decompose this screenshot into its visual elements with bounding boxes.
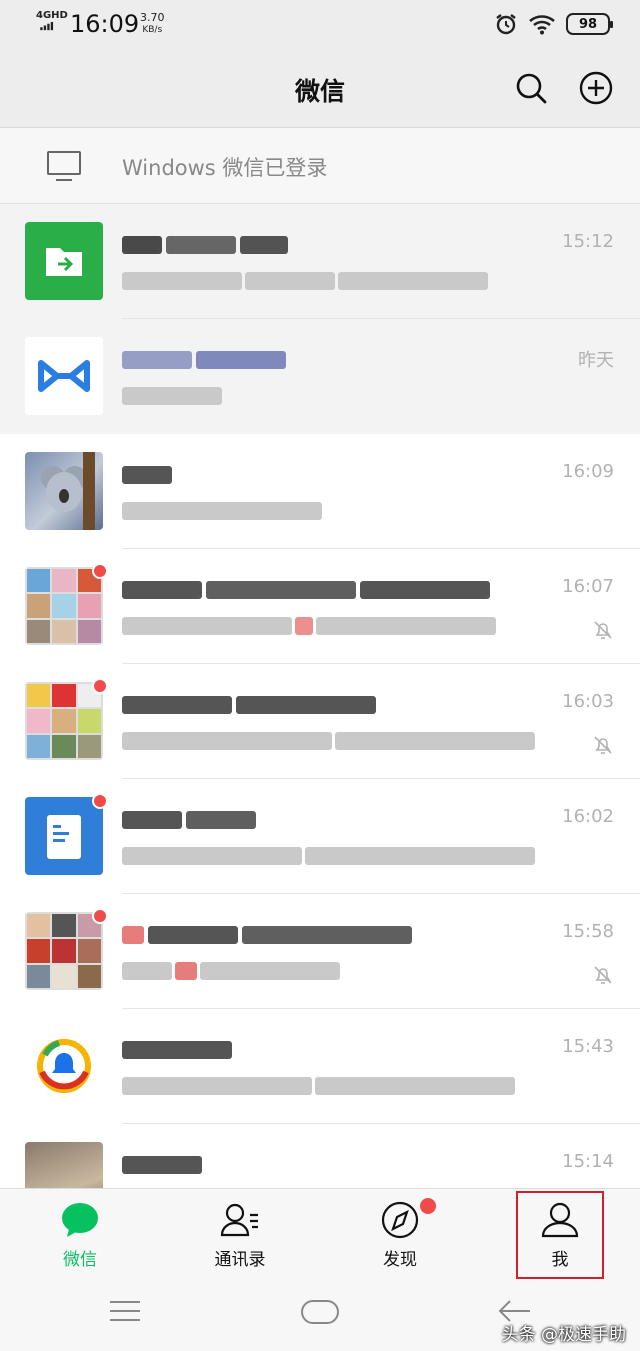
chat-list: 15:12 昨天 16:09 16:07 16:03 16:02 15:58 1… <box>0 204 640 1188</box>
chat-name-redacted <box>122 1152 202 1178</box>
clock: 16:09 <box>70 10 140 38</box>
tab-label: 发现 <box>383 1250 417 1270</box>
windows-login-banner[interactable]: Windows 微信已登录 <box>0 128 640 204</box>
status-bar: 4GHD 16:09 3.70 KB/s 98 <box>0 0 640 52</box>
discover-badge-dot <box>420 1198 436 1214</box>
tab-contacts[interactable]: 通讯录 <box>160 1189 320 1281</box>
chat-preview-redacted <box>122 270 488 292</box>
chat-row[interactable]: 15:14 <box>0 1124 640 1188</box>
tab-label: 微信 <box>63 1250 97 1270</box>
group-avatar <box>25 567 103 645</box>
network-speed: 3.70 KB/s <box>140 12 165 36</box>
search-icon[interactable] <box>513 70 549 106</box>
mute-bell-icon <box>594 736 612 754</box>
news-logo-icon <box>37 1039 91 1093</box>
chat-time: 16:09 <box>562 461 614 482</box>
chat-time: 15:58 <box>562 921 614 942</box>
unread-dot <box>92 908 108 924</box>
blue-logo-avatar <box>25 337 103 415</box>
login-status-text: Windows 微信已登录 <box>122 156 328 180</box>
chat-name-redacted <box>122 577 490 603</box>
alarm-icon <box>496 14 516 35</box>
signal-icon <box>40 22 54 31</box>
chat-row[interactable]: 15:58 <box>0 894 640 1009</box>
chat-name-redacted <box>122 462 172 488</box>
news-app-avatar <box>25 1027 103 1105</box>
chat-row[interactable]: 16:02 <box>0 779 640 894</box>
chat-preview-redacted <box>122 845 535 867</box>
tab-label: 通讯录 <box>214 1250 266 1270</box>
document-app-avatar <box>25 797 103 875</box>
chat-time: 16:02 <box>562 806 614 827</box>
network-type: 4GHD <box>36 10 68 21</box>
chat-preview-redacted <box>122 500 322 522</box>
chat-preview-redacted <box>122 730 535 752</box>
chat-name-redacted <box>122 1037 232 1063</box>
tab-chats[interactable]: 微信 <box>0 1189 160 1281</box>
group-avatar <box>25 912 103 990</box>
add-icon[interactable] <box>578 70 614 106</box>
koala-avatar <box>25 452 103 530</box>
folder-icon <box>46 248 82 276</box>
chat-time: 15:43 <box>562 1036 614 1057</box>
chat-name-redacted <box>122 807 256 833</box>
compass-icon <box>381 1201 419 1239</box>
unread-dot <box>92 793 108 809</box>
chat-preview-redacted <box>122 615 496 637</box>
chat-name-redacted <box>122 232 288 258</box>
chat-row[interactable]: 16:09 <box>0 434 640 549</box>
home-icon[interactable] <box>300 1298 340 1326</box>
tab-discover[interactable]: 发现 <box>320 1189 480 1281</box>
chat-preview-redacted <box>122 960 340 982</box>
chat-row[interactable]: 16:03 <box>0 664 640 779</box>
chat-row[interactable]: 15:12 <box>0 204 640 319</box>
menu-icon[interactable] <box>108 1298 142 1324</box>
document-icon <box>47 815 81 859</box>
chat-name-redacted <box>122 347 286 373</box>
chat-time: 15:14 <box>562 1151 614 1172</box>
chat-time: 16:03 <box>562 691 614 712</box>
highlight-annotation-box <box>516 1191 604 1279</box>
chat-time: 昨天 <box>578 350 614 371</box>
koala-image <box>41 452 95 530</box>
mute-bell-icon <box>594 621 612 639</box>
contacts-icon <box>220 1203 258 1237</box>
watermark: 头条 @极速手助 <box>501 1325 626 1345</box>
chat-row[interactable]: 16:07 <box>0 549 640 664</box>
chat-preview-redacted <box>122 385 222 407</box>
chat-time: 16:07 <box>562 576 614 597</box>
speed-unit: KB/s <box>142 25 163 35</box>
chat-name-redacted <box>122 922 412 948</box>
unread-dot <box>92 563 108 579</box>
wifi-icon <box>529 15 555 35</box>
monitor-icon <box>47 151 81 181</box>
battery-level: 98 <box>578 16 598 32</box>
group-avatar <box>25 682 103 760</box>
chat-row[interactable]: 昨天 <box>0 319 640 434</box>
unread-dot <box>92 678 108 694</box>
battery-indicator: 98 <box>566 13 613 35</box>
bowtie-logo-icon <box>38 360 90 392</box>
app-header: 微信 <box>0 52 640 128</box>
chat-time: 15:12 <box>562 231 614 252</box>
mute-bell-icon <box>594 966 612 984</box>
chat-row[interactable]: 15:43 <box>0 1009 640 1124</box>
speed-value: 3.70 <box>140 11 165 24</box>
file-transfer-avatar <box>25 222 103 300</box>
chat-preview-redacted <box>122 1075 515 1097</box>
chat-name-redacted <box>122 692 376 718</box>
cat-avatar <box>25 1142 103 1188</box>
chat-bubble-icon <box>62 1203 98 1237</box>
